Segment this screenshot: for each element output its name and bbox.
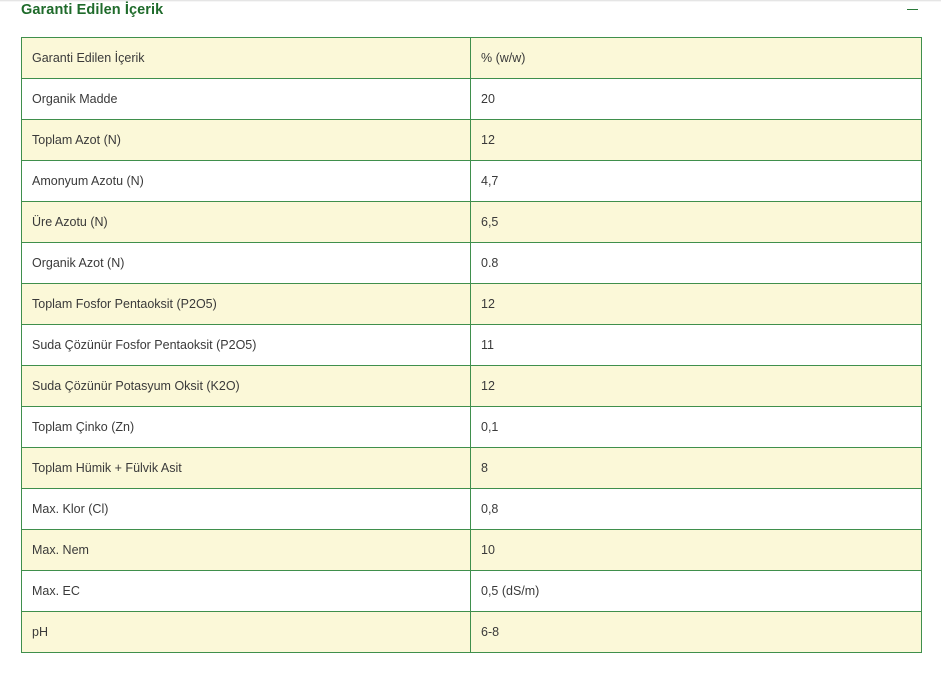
row-value-cell: 12	[470, 119, 922, 161]
header-cell-value: % (w/w)	[470, 37, 922, 79]
row-value-cell: 6,5	[470, 201, 922, 243]
table-row: Toplam Çinko (Zn) 0,1	[21, 406, 922, 448]
table-row: Max. Klor (Cl) 0,8	[21, 488, 922, 530]
section-title: Garanti Edilen İçerik	[21, 2, 164, 18]
row-value-cell: 0.8	[470, 242, 922, 284]
table-header-row: Garanti Edilen İçerik % (w/w)	[21, 37, 922, 79]
row-name-cell: Toplam Çinko (Zn)	[21, 406, 471, 448]
header-cell-name: Garanti Edilen İçerik	[21, 37, 471, 79]
row-name-cell: Toplam Hümik + Fülvik Asit	[21, 447, 471, 489]
row-value-cell: 11	[470, 324, 922, 366]
row-value-cell: 8	[470, 447, 922, 489]
row-value-cell: 4,7	[470, 160, 922, 202]
row-name-cell: Üre Azotu (N)	[21, 201, 471, 243]
table-row: Organik Azot (N) 0.8	[21, 242, 922, 284]
row-value-cell: 12	[470, 365, 922, 407]
row-name-cell: Max. EC	[21, 570, 471, 612]
row-value-cell: 10	[470, 529, 922, 571]
row-name-cell: Toplam Fosfor Pentaoksit (P2O5)	[21, 283, 471, 325]
row-value-cell: 20	[470, 78, 922, 120]
table-row: pH 6-8	[21, 611, 922, 653]
row-name-cell: Organik Azot (N)	[21, 242, 471, 284]
row-name-cell: Max. Klor (Cl)	[21, 488, 471, 530]
table-row: Max. Nem 10	[21, 529, 922, 571]
row-name-cell: Organik Madde	[21, 78, 471, 120]
row-name-cell: Suda Çözünür Potasyum Oksit (K2O)	[21, 365, 471, 407]
table-row: Toplam Hümik + Fülvik Asit 8	[21, 447, 922, 489]
guaranteed-content-table: Garanti Edilen İçerik % (w/w) Organik Ma…	[21, 37, 922, 653]
row-name-cell: pH	[21, 611, 471, 653]
table-row: Max. EC 0,5 (dS/m)	[21, 570, 922, 612]
product-page: Garanti Edilen İçerik Garanti Edilen İçe…	[0, 0, 941, 673]
row-value-cell: 6-8	[470, 611, 922, 653]
table-row: Suda Çözünür Fosfor Pentaoksit (P2O5) 11	[21, 324, 922, 366]
row-value-cell: 0,5 (dS/m)	[470, 570, 922, 612]
table-row: Amonyum Azotu (N) 4,7	[21, 160, 922, 202]
row-value-cell: 12	[470, 283, 922, 325]
table-row: Toplam Azot (N) 12	[21, 119, 922, 161]
minus-icon[interactable]	[906, 2, 920, 16]
row-name-cell: Toplam Azot (N)	[21, 119, 471, 161]
row-value-cell: 0,1	[470, 406, 922, 448]
table-row: Üre Azotu (N) 6,5	[21, 201, 922, 243]
row-value-cell: 0,8	[470, 488, 922, 530]
table-row: Organik Madde 20	[21, 78, 922, 120]
table-row: Toplam Fosfor Pentaoksit (P2O5) 12	[21, 283, 922, 325]
table-row: Suda Çözünür Potasyum Oksit (K2O) 12	[21, 365, 922, 407]
row-name-cell: Max. Nem	[21, 529, 471, 571]
row-name-cell: Suda Çözünür Fosfor Pentaoksit (P2O5)	[21, 324, 471, 366]
accordion-header[interactable]: Garanti Edilen İçerik	[0, 0, 941, 24]
row-name-cell: Amonyum Azotu (N)	[21, 160, 471, 202]
